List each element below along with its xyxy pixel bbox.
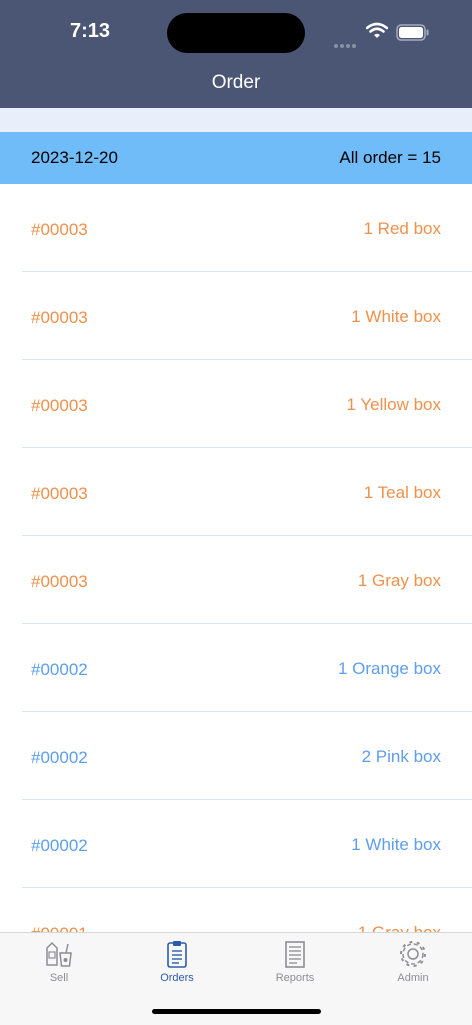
summary-order-count: All order = 15 [339, 148, 441, 167]
tab-label: Orders [160, 972, 194, 984]
order-row[interactable]: #00001 1 Gray box [22, 888, 472, 932]
order-item: 1 Gray box [358, 923, 441, 932]
order-list[interactable]: #00003 1 Red box #00003 1 White box #000… [0, 184, 472, 932]
tab-admin[interactable]: Admin [354, 939, 472, 984]
order-item: 1 White box [351, 307, 441, 326]
tab-reports[interactable]: Reports [236, 939, 354, 984]
order-row[interactable]: #00003 1 Red box [22, 184, 472, 272]
home-indicator[interactable] [152, 1009, 321, 1014]
order-row[interactable]: #00002 2 Pink box [22, 712, 472, 800]
order-row[interactable]: #00003 1 Teal box [22, 448, 472, 536]
order-row[interactable]: #00003 1 White box [22, 272, 472, 360]
order-id: #00002 [31, 660, 88, 679]
order-item: 1 Red box [363, 219, 442, 238]
status-time: 7:13 [70, 20, 111, 42]
header-spacer [0, 108, 472, 132]
battery-icon [396, 24, 429, 41]
order-row[interactable]: #00003 1 Yellow box [22, 360, 472, 448]
order-item: 1 Gray box [357, 571, 441, 590]
reports-document-icon [285, 941, 305, 968]
order-id: #00003 [31, 572, 88, 591]
order-row[interactable]: #00002 1 White box [22, 800, 472, 888]
order-item: 1 White box [351, 835, 441, 854]
tab-label: Sell [49, 972, 69, 984]
order-id: #00002 [31, 748, 88, 767]
cellular-signal-icon [334, 35, 358, 53]
dynamic-island [167, 13, 305, 53]
tab-label: Reports [275, 972, 315, 984]
tab-orders[interactable]: Orders [118, 939, 236, 984]
order-id: #00001 [31, 924, 88, 932]
status-bar: 7:13 [0, 0, 472, 62]
order-row[interactable]: #00002 1 Orange box [22, 624, 472, 712]
order-id: #00003 [31, 220, 88, 239]
sell-icon [46, 941, 72, 967]
summary-date: 2023-12-20 [31, 148, 118, 167]
order-item: 1 Orange box [337, 659, 441, 678]
order-id: #00003 [31, 396, 88, 415]
order-item: 1 Teal box [363, 483, 441, 502]
order-row[interactable]: #00003 1 Gray box [22, 536, 472, 624]
order-id: #00003 [31, 484, 88, 503]
admin-gear-icon [400, 941, 426, 967]
orders-clipboard-icon [167, 941, 187, 968]
wifi-icon [366, 22, 388, 38]
order-summary-bar: 2023-12-20 All order = 15 [0, 132, 472, 184]
order-id: #00002 [31, 836, 88, 855]
navigation-bar: Order [0, 62, 472, 108]
order-item: 2 Pink box [361, 747, 441, 766]
order-item: 1 Yellow box [346, 395, 441, 414]
order-id: #00003 [31, 308, 88, 327]
tab-sell[interactable]: Sell [0, 939, 118, 984]
tab-label: Admin [397, 972, 429, 984]
page-title: Order [211, 72, 261, 93]
